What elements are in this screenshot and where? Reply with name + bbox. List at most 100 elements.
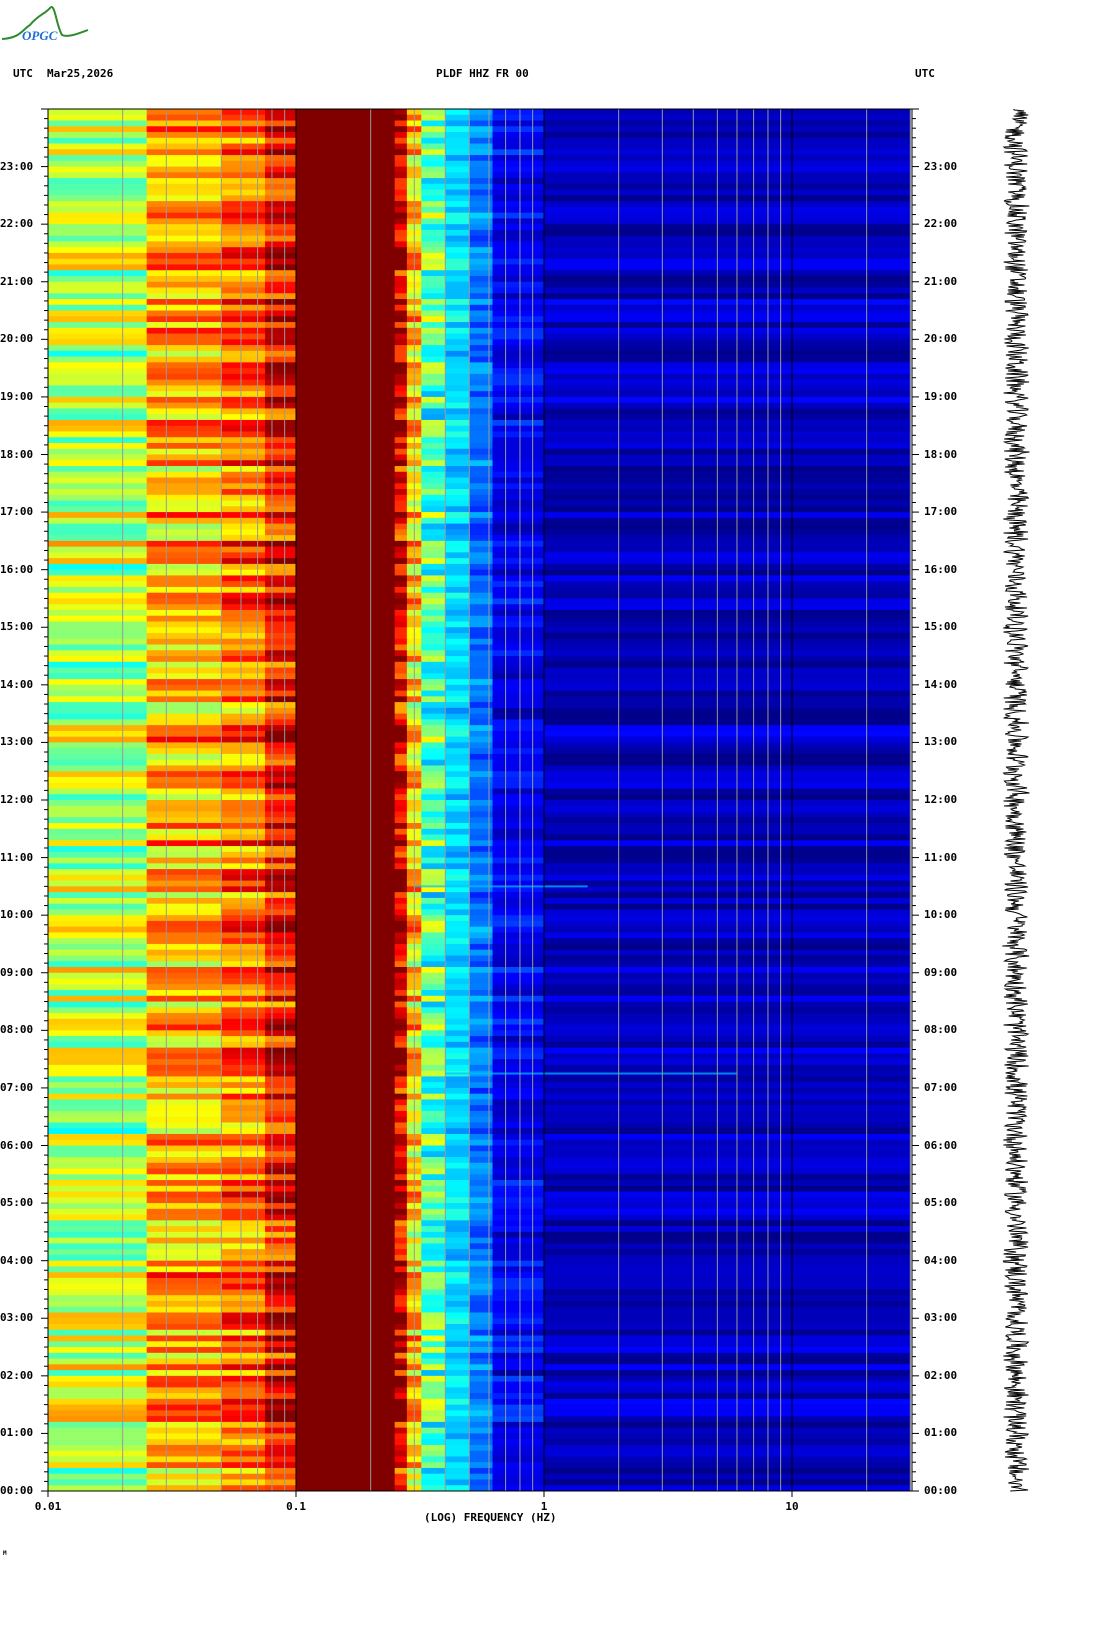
left-time-label: 04:00 <box>0 1253 34 1267</box>
spectrogram-cell <box>394 327 408 335</box>
spectrogram-cell <box>445 1036 470 1043</box>
spectrogram-cell <box>221 782 266 789</box>
spectrogram-cell <box>421 748 446 755</box>
spectrogram-cell <box>544 304 911 312</box>
spectrogram-cell <box>394 1364 408 1371</box>
spectrogram-cell <box>296 172 396 179</box>
spectrogram-cell <box>421 1358 446 1365</box>
spectrogram-cell <box>445 229 470 237</box>
spectrogram-cell <box>544 109 911 116</box>
spectrogram-cell <box>492 1197 545 1204</box>
spectrogram-cell <box>265 776 297 784</box>
spectrogram-cell <box>445 794 470 801</box>
spectrogram-cell <box>544 713 911 720</box>
spectrogram-cell <box>421 299 446 306</box>
spectrogram-cell <box>265 725 297 732</box>
spectrogram-cell <box>445 483 470 490</box>
left-time-label: 07:00 <box>0 1080 34 1094</box>
spectrogram-cell <box>394 1421 408 1429</box>
spectrogram-cell <box>221 926 266 933</box>
spectrogram-cell <box>265 333 297 340</box>
spectrogram-cell <box>48 1277 148 1285</box>
spectrogram-cell <box>48 1145 148 1152</box>
spectrogram-cell <box>445 1128 470 1135</box>
spectrogram-cell <box>48 920 148 928</box>
spectrogram-cell <box>421 178 446 185</box>
spectrogram-cell <box>265 252 297 260</box>
spectrogram-cell <box>492 385 545 392</box>
spectrogram-cell <box>544 327 911 335</box>
left-time-label: 11:00 <box>0 850 34 864</box>
spectrogram-cell <box>296 1001 396 1008</box>
spectrogram-cell <box>394 1191 408 1198</box>
spectrogram-cell <box>146 1404 222 1411</box>
spectrogram-cell <box>544 178 911 185</box>
spectrogram-cell <box>421 615 446 622</box>
spectrogram-cell <box>296 287 396 294</box>
spectrogram-cell <box>544 846 911 853</box>
spectrogram-cell <box>445 638 470 646</box>
spectrogram-cell <box>221 391 266 398</box>
spectrogram-cell <box>48 149 148 156</box>
spectrogram-cell <box>296 229 396 237</box>
spectrogram-cell <box>146 1001 222 1008</box>
spectrogram-cell <box>544 212 911 219</box>
spectrogram-cell <box>48 356 148 363</box>
spectrogram-cell <box>265 1116 297 1123</box>
spectrogram-cell <box>48 212 148 219</box>
spectrogram-cell <box>445 592 470 599</box>
spectrogram-cell <box>544 1059 911 1066</box>
spectrogram-cell <box>445 442 470 450</box>
spectrogram-cell <box>445 788 470 795</box>
spectrogram-cell <box>492 431 545 438</box>
spectrogram-cell <box>146 719 222 726</box>
spectrogram-cell <box>544 466 911 473</box>
spectrogram-cell <box>394 1404 408 1411</box>
spectrogram-cell <box>394 385 408 392</box>
spectrogram-cell <box>48 644 148 651</box>
spectrogram-cell <box>544 1398 911 1406</box>
spectrogram-cell <box>146 1444 222 1452</box>
spectrogram-cell <box>265 494 297 502</box>
spectrogram-cell <box>265 517 297 525</box>
spectrogram-cell <box>48 575 148 582</box>
spectrogram-cell <box>492 609 545 617</box>
spectrogram-cell <box>48 1404 148 1411</box>
spectrogram-cell <box>48 1283 148 1290</box>
spectrogram-cell <box>146 586 222 594</box>
spectrogram-cell <box>445 1093 470 1100</box>
spectrogram-cell <box>48 627 148 634</box>
spectrogram-cell <box>544 730 911 738</box>
spectrogram-cell <box>492 1013 545 1020</box>
spectrogram-cell <box>146 667 222 674</box>
spectrogram-cell <box>492 863 545 870</box>
spectrogram-cell <box>265 575 297 582</box>
spectrogram-cell <box>492 1358 545 1365</box>
spectrogram-cell <box>544 926 911 933</box>
spectrogram-cell <box>421 857 446 864</box>
spectrogram-cell <box>394 1427 408 1434</box>
spectrogram-cell <box>48 1444 148 1452</box>
spectrogram-cell <box>265 1277 297 1285</box>
spectrogram-cell <box>445 1370 470 1377</box>
spectrogram-cell <box>48 362 148 369</box>
spectrogram-cell <box>445 1393 470 1400</box>
spectrogram-cell <box>544 195 911 202</box>
spectrogram-cell <box>394 1047 408 1054</box>
spectrogram-cell <box>221 615 266 622</box>
spectrogram-cell <box>265 431 297 438</box>
spectrogram-cell <box>394 1018 408 1026</box>
spectrogram-cell <box>146 489 222 496</box>
spectrogram-cell <box>544 1180 911 1187</box>
spectrogram-cell <box>544 391 911 398</box>
spectrogram-cell <box>146 1157 222 1164</box>
spectrogram-cell <box>421 1231 446 1239</box>
spectrogram-cell <box>445 1064 470 1072</box>
spectrogram-cell <box>394 851 408 859</box>
spectrogram-cell <box>265 471 297 479</box>
spectrogram-cell <box>265 679 297 686</box>
spectrogram-cell <box>265 1444 297 1452</box>
spectrogram-cell <box>221 339 266 346</box>
spectrogram-cell <box>48 1139 148 1146</box>
spectrogram-cell <box>296 552 396 559</box>
